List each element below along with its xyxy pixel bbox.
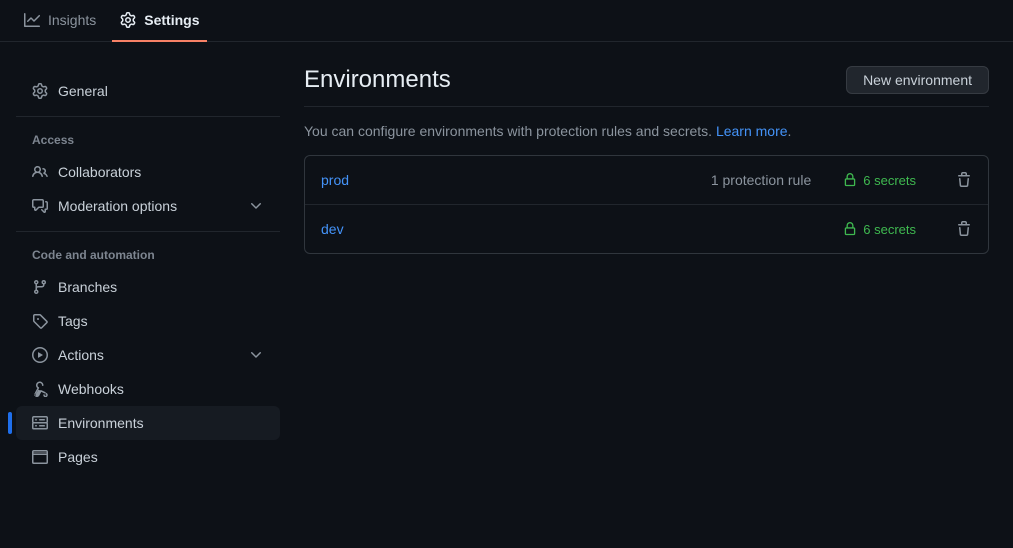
description-suffix: .: [788, 123, 792, 139]
main-header: Environments New environment: [304, 66, 989, 107]
browser-icon: [32, 449, 48, 465]
environments-list: prod 1 protection rule 6 secrets dev 6: [304, 155, 989, 254]
tab-settings-label: Settings: [144, 12, 199, 28]
people-icon: [32, 164, 48, 180]
tab-settings[interactable]: Settings: [112, 0, 207, 42]
sidebar-item-label: Tags: [58, 313, 88, 329]
server-icon: [32, 415, 48, 431]
description-text: You can configure environments with prot…: [304, 123, 716, 139]
trash-icon: [956, 221, 972, 237]
tag-icon: [32, 313, 48, 329]
settings-sidebar: General Access Collaborators Moderation …: [0, 42, 296, 548]
learn-more-link[interactable]: Learn more: [716, 123, 788, 139]
lock-icon: [843, 173, 857, 187]
page-body: General Access Collaborators Moderation …: [0, 42, 1013, 548]
play-icon: [32, 347, 48, 363]
environment-row: prod 1 protection rule 6 secrets: [305, 156, 988, 205]
sidebar-item-collaborators[interactable]: Collaborators: [16, 155, 280, 189]
chevron-down-icon: [248, 198, 264, 214]
sidebar-item-label: Webhooks: [58, 381, 124, 397]
sidebar-item-tags[interactable]: Tags: [16, 304, 280, 338]
sidebar-item-label: Branches: [58, 279, 117, 295]
tab-insights[interactable]: Insights: [16, 0, 104, 42]
secrets-text: 6 secrets: [863, 173, 916, 188]
sidebar-item-label: Environments: [58, 415, 144, 431]
chevron-down-icon: [248, 347, 264, 363]
git-branch-icon: [32, 279, 48, 295]
sidebar-heading-code: Code and automation: [16, 240, 280, 270]
sidebar-item-branches[interactable]: Branches: [16, 270, 280, 304]
lock-icon: [843, 222, 857, 236]
webhook-icon: [32, 381, 48, 397]
sidebar-item-label: Pages: [58, 449, 98, 465]
secrets-text: 6 secrets: [863, 222, 916, 237]
sidebar-item-label: General: [58, 83, 108, 99]
tab-insights-label: Insights: [48, 12, 96, 28]
delete-environment-button[interactable]: [956, 172, 972, 188]
new-environment-button[interactable]: New environment: [846, 66, 989, 94]
environment-row: dev 6 secrets: [305, 205, 988, 253]
protection-rule-text: 1 protection rule: [711, 172, 811, 188]
delete-environment-button[interactable]: [956, 221, 972, 237]
page-title: Environments: [304, 66, 451, 94]
repo-tabnav: Insights Settings: [0, 0, 1013, 42]
main-content: Environments New environment You can con…: [296, 42, 1013, 548]
sidebar-item-environments[interactable]: Environments: [16, 406, 280, 440]
secrets-indicator: 6 secrets: [843, 222, 916, 237]
environment-name-link[interactable]: dev: [321, 221, 344, 237]
page-description: You can configure environments with prot…: [304, 123, 989, 139]
sidebar-item-label: Actions: [58, 347, 104, 363]
sidebar-item-label: Collaborators: [58, 164, 141, 180]
sidebar-item-webhooks[interactable]: Webhooks: [16, 372, 280, 406]
secrets-indicator: 6 secrets: [843, 173, 916, 188]
comment-discussion-icon: [32, 198, 48, 214]
sidebar-item-moderation[interactable]: Moderation options: [16, 189, 280, 223]
sidebar-item-label: Moderation options: [58, 198, 177, 214]
sidebar-item-general[interactable]: General: [16, 74, 280, 108]
gear-icon: [120, 12, 136, 28]
sidebar-item-pages[interactable]: Pages: [16, 440, 280, 474]
trash-icon: [956, 172, 972, 188]
environment-name-link[interactable]: prod: [321, 172, 349, 188]
gear-icon: [32, 83, 48, 99]
sidebar-heading-access: Access: [16, 125, 280, 155]
graph-icon: [24, 12, 40, 28]
sidebar-item-actions[interactable]: Actions: [16, 338, 280, 372]
